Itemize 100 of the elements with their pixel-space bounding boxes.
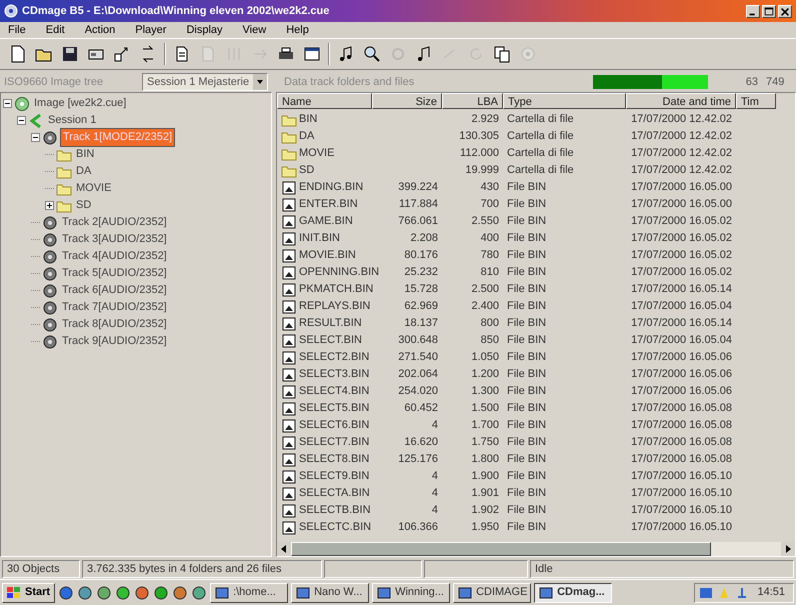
maximize-button[interactable]: [762, 4, 776, 18]
start-button[interactable]: Start: [2, 582, 56, 602]
table-cell-text: 1.900: [471, 469, 499, 484]
tree-item[interactable]: Track 5[AUDIO/2352]: [60, 265, 169, 282]
tree-item[interactable]: DA: [74, 163, 94, 180]
panel-title: ISO9660 Image tree: [4, 74, 104, 90]
copy-icon[interactable]: [492, 44, 512, 64]
file-icon: [281, 366, 297, 382]
table-cell-text: 300.648: [398, 333, 438, 348]
table-cell-text: INIT.BIN: [299, 231, 340, 246]
table-cell-text: PKMATCH.BIN: [299, 282, 374, 298]
taskbar-button[interactable]: Nano W...: [291, 582, 370, 602]
app-icon[interactable]: [77, 584, 94, 600]
collapse-icon[interactable]: [3, 99, 12, 108]
tree-item[interactable]: SD: [74, 197, 94, 214]
table-cell-text: File BIN: [507, 367, 546, 382]
menu-item[interactable]: Edit: [42, 22, 69, 38]
app-icon[interactable]: [96, 584, 112, 600]
file-icon: [281, 486, 297, 502]
table-cell-text: BIN: [299, 112, 318, 128]
table-cell-text: 125.176: [398, 452, 438, 468]
table-cell-text: SELECT3.BIN: [299, 367, 370, 382]
table-cell-text: File BIN: [507, 197, 546, 212]
table-cell-text: 15.728: [404, 282, 438, 298]
table-cell-text: SELECT5.BIN: [299, 401, 370, 416]
table-cell-text: File BIN: [507, 248, 546, 264]
table-cell-text: ENDING.BIN: [299, 180, 364, 196]
tree-item[interactable]: BIN: [74, 146, 96, 163]
table-cell-text: 17/07/2000 16.05.08: [631, 452, 732, 468]
tree-item[interactable]: Image [we2k2.cue]: [32, 95, 128, 112]
table-cell-text: 780: [480, 248, 499, 264]
taskbar-button[interactable]: CDIMAGE: [453, 582, 532, 602]
tree-item[interactable]: Session 1: [46, 112, 98, 129]
scroll-left-icon[interactable]: [277, 542, 291, 556]
file-icon: [281, 350, 297, 366]
table-cell-text: File BIN: [507, 282, 546, 298]
column-header[interactable]: Date and time: [626, 93, 736, 109]
file-icon: [281, 196, 297, 212]
scrollbar-thumb[interactable]: [291, 542, 711, 556]
minimize-button[interactable]: [746, 4, 760, 18]
collapse-icon[interactable]: [17, 116, 26, 125]
table-cell-text: REPLAYS.BIN: [299, 299, 370, 314]
table-cell-text: Cartella di file: [507, 112, 574, 128]
table-cell-text: File BIN: [507, 316, 546, 332]
table-cell-text: 17/07/2000 16.05.04: [631, 333, 732, 348]
table-cell-text: 4: [432, 503, 438, 518]
column-header[interactable]: Name: [277, 93, 372, 109]
table-cell-text: 19.999: [465, 163, 499, 178]
app-icon[interactable]: [191, 584, 208, 600]
app-icon[interactable]: [115, 584, 132, 600]
menu-item[interactable]: Player: [131, 22, 170, 38]
table-cell-text: 62.969: [404, 299, 438, 314]
table-cell-text: 271.540: [398, 350, 438, 366]
menu-item[interactable]: Help: [282, 22, 313, 38]
tree-item[interactable]: Track 6[AUDIO/2352]: [60, 282, 169, 299]
column-header[interactable]: Type: [503, 93, 626, 109]
column-header[interactable]: LBA: [442, 93, 503, 109]
clock: 14:51: [756, 585, 786, 600]
search-icon[interactable]: [362, 44, 382, 64]
table-cell-text: OPENNING.BIN: [299, 265, 380, 280]
table-cell-text: SELECT.BIN: [299, 333, 362, 348]
expand-icon[interactable]: [45, 201, 54, 210]
menu-item[interactable]: File: [4, 22, 30, 38]
close-button[interactable]: [778, 4, 792, 18]
globe-icon[interactable]: [58, 584, 74, 600]
file-icon: [281, 214, 297, 230]
tray-icon[interactable]: [699, 586, 714, 600]
tree-item[interactable]: Track 3[AUDIO/2352]: [60, 231, 169, 248]
tree-item[interactable]: Track 4[AUDIO/2352]: [60, 248, 169, 265]
table-cell-text: 2.500: [471, 282, 499, 298]
column-header[interactable]: Size: [372, 93, 442, 109]
app-icon[interactable]: [153, 584, 170, 600]
table-cell-text: File BIN: [507, 435, 546, 450]
table-cell-text: 17/07/2000 16.05.02: [631, 265, 732, 280]
tree-item[interactable]: Track 8[AUDIO/2352]: [60, 316, 169, 333]
table-cell-text: 17/07/2000 12.42.02: [631, 146, 732, 162]
menu-item[interactable]: Action: [80, 22, 120, 38]
table-cell-text: SELECT7.BIN: [299, 435, 370, 450]
tree-item[interactable]: Track 2[AUDIO/2352]: [60, 214, 169, 231]
table-cell-text: 17/07/2000 16.05.06: [631, 367, 732, 382]
taskbar-button[interactable]: Winning...: [372, 582, 450, 602]
collapse-icon[interactable]: [31, 133, 40, 142]
table-cell-text: ENTER.BIN: [299, 197, 358, 212]
taskbar-button[interactable]: :\home...: [210, 582, 288, 602]
tree-item[interactable]: MOVIE: [74, 180, 114, 197]
table-cell-text: SELECTC.BIN: [299, 520, 372, 536]
menu-item[interactable]: View: [238, 22, 270, 38]
taskbar-button[interactable]: CDmag...: [534, 582, 612, 602]
column-header[interactable]: Tim: [736, 93, 776, 109]
app-icon[interactable]: [134, 584, 150, 600]
table-cell-text: 850: [480, 333, 499, 348]
scroll-right-icon[interactable]: [781, 542, 795, 556]
tree-item[interactable]: Track 7[AUDIO/2352]: [60, 299, 169, 316]
table-cell-text: File BIN: [507, 486, 546, 502]
menu-item[interactable]: Display: [182, 22, 227, 38]
session-dropdown[interactable]: Session 1 Mejasterie: [142, 73, 268, 91]
file-icon: [281, 418, 297, 434]
tree-item[interactable]: Track 9[AUDIO/2352]: [60, 333, 169, 350]
app-icon[interactable]: [172, 584, 188, 600]
window-title: CDmage B5 - E:\Download\Winning eleven 2002\we2k2.cue: [22, 4, 330, 19]
